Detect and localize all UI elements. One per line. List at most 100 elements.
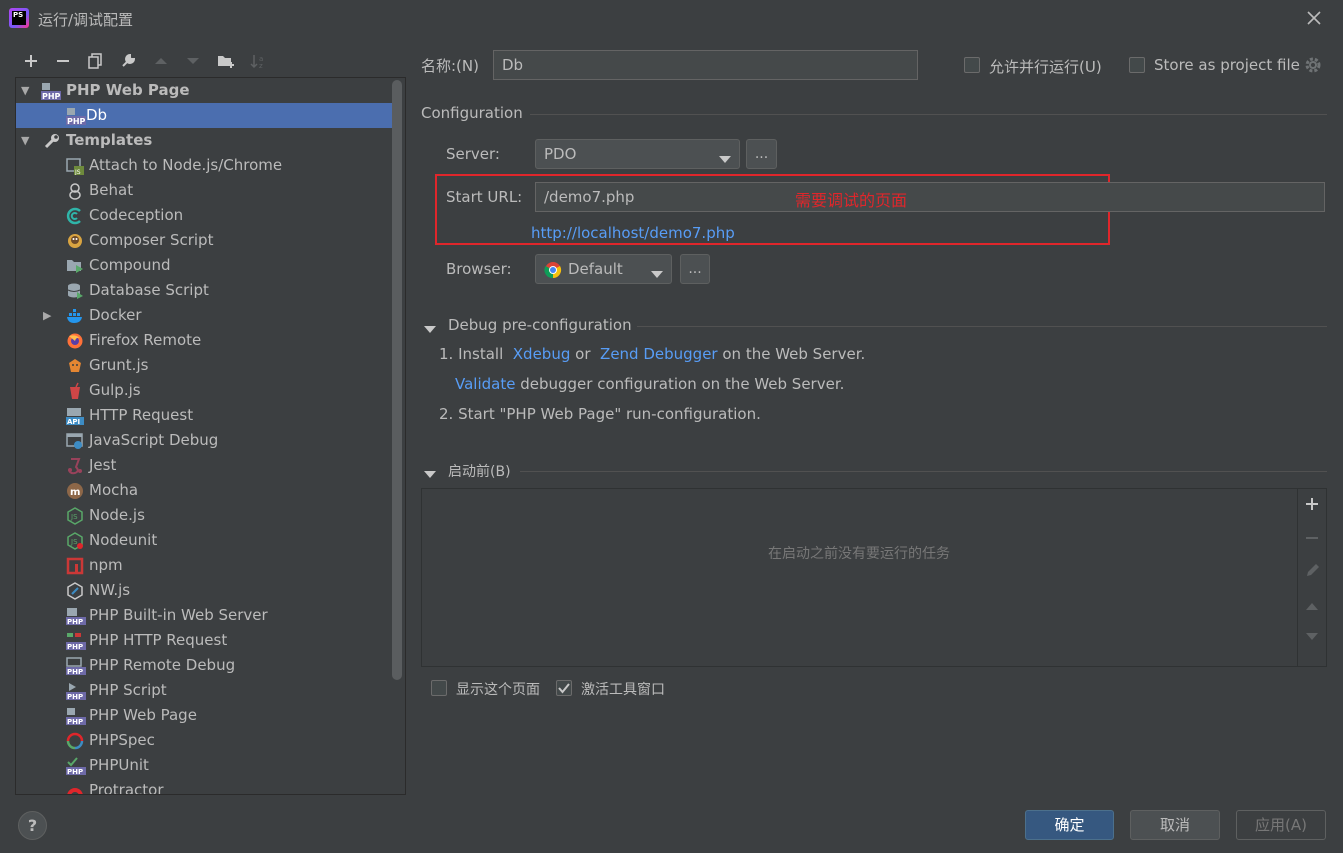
store-project-checkbox[interactable] xyxy=(1129,57,1145,73)
tree-item-label: Protractor xyxy=(89,781,164,795)
wrench-icon xyxy=(43,132,61,150)
activate-tool-label: 激活工具窗口 xyxy=(581,682,665,698)
tree-item-php-script[interactable]: PHP PHP Script xyxy=(16,678,392,703)
annotation-text: 需要调试的页面 xyxy=(795,191,908,210)
allow-parallel-checkbox[interactable] xyxy=(964,57,980,73)
tree-item-label: PHPSpec xyxy=(89,731,155,749)
help-button[interactable]: ? xyxy=(18,811,47,840)
tree-item-label: HTTP Request xyxy=(89,406,194,424)
tree-item-phpunit[interactable]: PHP PHPUnit xyxy=(16,753,392,778)
edit-task-icon xyxy=(1305,562,1321,582)
mocha-icon: m xyxy=(66,482,84,500)
http-request-icon: API xyxy=(66,407,84,426)
tree-item-label: Node.js xyxy=(89,506,145,524)
phpstorm-app-icon: PS xyxy=(9,8,29,28)
remove-icon[interactable] xyxy=(52,50,74,72)
add-task-icon[interactable] xyxy=(1305,497,1319,515)
close-icon[interactable] xyxy=(1303,7,1325,29)
debug-validate-line: Validate debugger configuration on the W… xyxy=(455,375,844,393)
tree-item-database-script[interactable]: Database Script xyxy=(16,278,392,303)
svg-text:PHP: PHP xyxy=(67,693,83,700)
tree-item-attach-node[interactable]: JS Attach to Node.js/Chrome xyxy=(16,153,392,178)
browser-browse-button[interactable]: ... xyxy=(680,254,710,284)
svg-text:PHP: PHP xyxy=(67,618,83,625)
tree-item-composer[interactable]: Composer Script xyxy=(16,228,392,253)
debug-step1: 1. Install Xdebug or Zend Debugger on th… xyxy=(439,345,865,363)
tree-item-compound[interactable]: Compound xyxy=(16,253,392,278)
tree-item-js-debug[interactable]: JavaScript Debug xyxy=(16,428,392,453)
expand-arrow-icon[interactable]: ▼ xyxy=(21,78,33,103)
tree-item-label: npm xyxy=(89,556,123,574)
svg-text:PHP: PHP xyxy=(67,643,83,650)
tree-item-label: Templates xyxy=(66,131,153,149)
expand-arrow-icon[interactable]: ▼ xyxy=(21,128,33,153)
database-icon xyxy=(66,282,84,300)
compound-icon xyxy=(66,257,84,275)
show-page-checkbox[interactable] xyxy=(431,680,447,696)
tree-item-label: JavaScript Debug xyxy=(89,431,219,449)
validate-link[interactable]: Validate xyxy=(455,375,515,393)
collapsed-arrow-icon[interactable]: ▶ xyxy=(43,303,55,328)
tree-scrollbar[interactable] xyxy=(392,80,402,680)
tree-item-nodeunit[interactable]: JS Nodeunit xyxy=(16,528,392,553)
collapse-arrow-icon[interactable] xyxy=(424,320,436,338)
resolved-url-link[interactable]: http://localhost/demo7.php xyxy=(531,224,735,242)
server-label: Server: xyxy=(446,145,500,163)
cancel-button[interactable]: 取消 xyxy=(1130,810,1220,840)
tree-item-db[interactable]: PHP Db xyxy=(16,103,392,128)
activate-tool-checkbox[interactable] xyxy=(556,680,572,696)
tree-item-php-web-page[interactable]: ▼ PHP PHP Web Page xyxy=(16,78,392,103)
server-select[interactable]: PDO xyxy=(535,139,740,169)
svg-text:PHP: PHP xyxy=(42,92,61,100)
tree-item-php-http-request[interactable]: PHP PHP HTTP Request xyxy=(16,628,392,653)
add-icon[interactable] xyxy=(20,50,42,72)
sort-icon: az xyxy=(248,50,270,72)
ok-button[interactable]: 确定 xyxy=(1025,810,1114,840)
tree-item-label: PHP Web Page xyxy=(89,706,197,724)
name-input[interactable]: Db xyxy=(493,50,918,80)
gear-icon[interactable] xyxy=(1304,56,1322,74)
tree-item-codeception[interactable]: Codeception xyxy=(16,203,392,228)
svg-text:PHP: PHP xyxy=(67,668,83,675)
chevron-down-icon xyxy=(651,265,663,283)
server-browse-button[interactable]: ... xyxy=(746,139,777,169)
tree-item-label: PHP HTTP Request xyxy=(89,631,228,649)
codeception-icon xyxy=(66,207,84,225)
collapse-arrow-icon[interactable] xyxy=(424,465,436,483)
tree-item-behat[interactable]: Behat xyxy=(16,178,392,203)
tree-item-nwjs[interactable]: NW.js xyxy=(16,578,392,603)
section-divider xyxy=(637,326,1327,327)
xdebug-link[interactable]: Xdebug xyxy=(513,345,571,363)
store-project-label: Store as project file xyxy=(1154,56,1300,74)
copy-icon[interactable] xyxy=(84,50,106,72)
tree-item-php-web-page-template[interactable]: PHP PHP Web Page xyxy=(16,703,392,728)
before-launch-tasks-list[interactable] xyxy=(421,488,1327,667)
tree-item-npm[interactable]: npm xyxy=(16,553,392,578)
tree-item-nodejs[interactable]: JS Node.js xyxy=(16,503,392,528)
tree-item-gulp[interactable]: Gulp.js xyxy=(16,378,392,403)
nodeunit-icon: JS xyxy=(66,532,84,550)
tree-item-mocha[interactable]: m Mocha xyxy=(16,478,392,503)
tree-item-php-remote-debug[interactable]: PHP PHP Remote Debug xyxy=(16,653,392,678)
tree-item-grunt[interactable]: Grunt.js xyxy=(16,353,392,378)
tree-item-protractor[interactable]: Protractor xyxy=(16,778,392,795)
debug-step2: 2. Start "PHP Web Page" run-configuratio… xyxy=(439,405,761,423)
zend-debugger-link[interactable]: Zend Debugger xyxy=(600,345,718,363)
start-url-label: Start URL: xyxy=(446,188,523,206)
tree-item-phpspec[interactable]: PHPSpec xyxy=(16,728,392,753)
tree-item-docker[interactable]: ▶ Docker xyxy=(16,303,392,328)
folder-add-icon[interactable] xyxy=(215,50,237,72)
phpunit-icon: PHP xyxy=(66,757,86,776)
tree-item-firefox[interactable]: Firefox Remote xyxy=(16,328,392,353)
nodejs-icon: JS xyxy=(66,507,84,525)
tree-item-http-request[interactable]: API HTTP Request xyxy=(16,403,392,428)
wrench-icon[interactable] xyxy=(117,50,139,72)
start-url-input[interactable]: /demo7.php xyxy=(535,182,1325,212)
tree-item-jest[interactable]: Jest xyxy=(16,453,392,478)
browser-select[interactable]: Default xyxy=(535,254,672,284)
section-divider xyxy=(530,114,1327,115)
tree-item-templates[interactable]: ▼ Templates xyxy=(16,128,392,153)
config-tree[interactable]: ▼ PHP PHP Web Page PHP Db ▼ Templates JS… xyxy=(15,77,406,795)
tree-item-label: Codeception xyxy=(89,206,184,224)
tree-item-php-builtin-server[interactable]: PHP PHP Built-in Web Server xyxy=(16,603,392,628)
